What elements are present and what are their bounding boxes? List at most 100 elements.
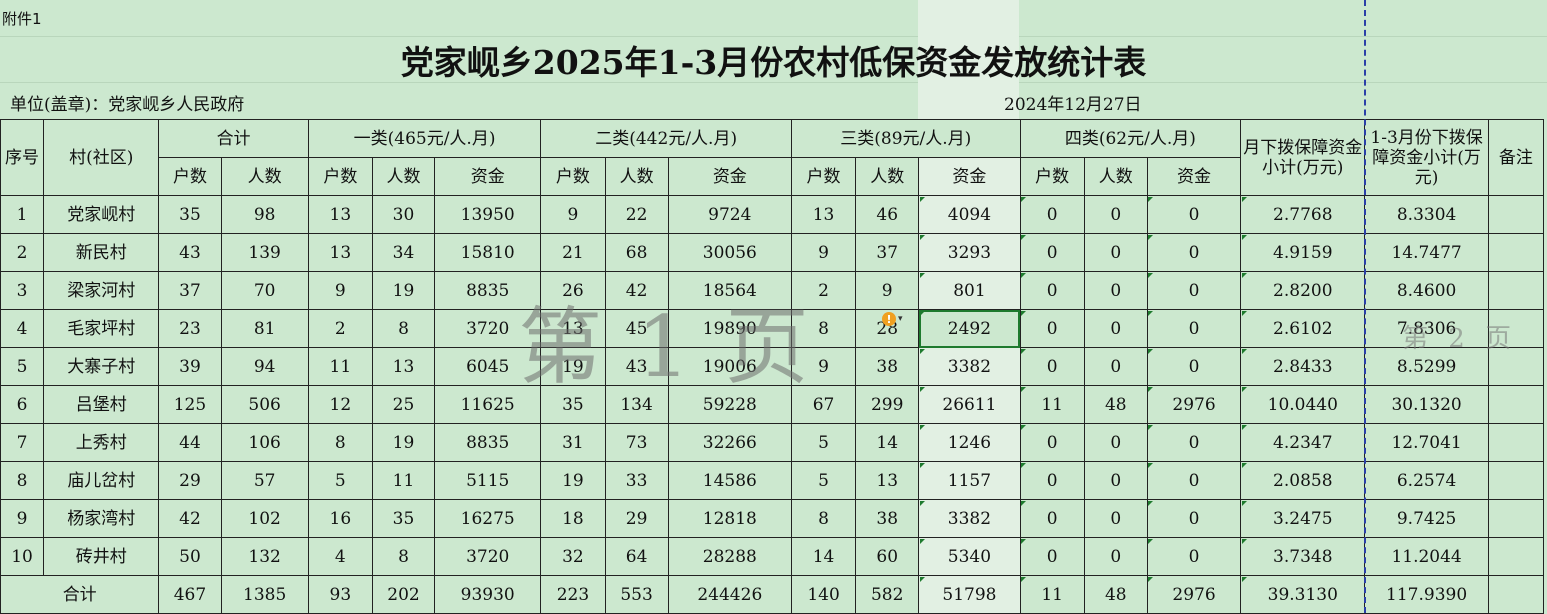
cell-c2-h[interactable]: 35	[540, 385, 606, 424]
header-persons[interactable]: 人数	[1083, 157, 1148, 196]
cell-c2-p[interactable]: 22	[604, 195, 669, 234]
cell-c4-p[interactable]: 0	[1083, 309, 1148, 348]
cell-seq[interactable]: 8	[0, 461, 45, 500]
cell-quarter[interactable]: 8.3304	[1364, 195, 1489, 234]
cell-quarter[interactable]: 7.8306	[1364, 309, 1489, 348]
cell-c3-f[interactable]: 4094	[918, 195, 1021, 234]
cell-village[interactable]: 毛家坪村	[43, 309, 160, 348]
cell-c4-f[interactable]: 2976	[1146, 385, 1242, 424]
cell-c2-f[interactable]: 12818	[667, 499, 792, 538]
header-village[interactable]: 村(社区)	[43, 119, 160, 196]
cell-c2-f[interactable]: 28288	[667, 537, 792, 576]
header-total-group[interactable]: 合计	[158, 119, 309, 158]
cell-c4-h[interactable]: 0	[1019, 423, 1085, 462]
cell-seq[interactable]: 4	[0, 309, 45, 348]
cell-t-p[interactable]: 94	[220, 347, 309, 386]
cell-c4-h[interactable]: 0	[1019, 499, 1085, 538]
header-funds[interactable]: 资金	[434, 157, 542, 196]
cell-c4-f[interactable]: 0	[1146, 461, 1242, 500]
cell-c3-f[interactable]: 3382	[918, 499, 1021, 538]
cell-c4-f[interactable]: 0	[1146, 195, 1242, 234]
cell-quarter[interactable]: 6.2574	[1364, 461, 1489, 500]
total-cell-monthly[interactable]: 39.3130	[1240, 575, 1366, 614]
cell-monthly[interactable]: 3.7348	[1240, 537, 1366, 576]
cell-c3-h[interactable]: 8	[790, 499, 857, 538]
cell-c1-h[interactable]: 13	[307, 233, 373, 272]
cell-seq[interactable]: 9	[0, 499, 45, 538]
cell-c4-p[interactable]: 48	[1083, 385, 1148, 424]
cell-t-h[interactable]: 42	[158, 499, 222, 538]
cell-c3-f[interactable]: 3293	[918, 233, 1021, 272]
cell-c1-h[interactable]: 11	[307, 347, 373, 386]
total-cell-c2-h[interactable]: 223	[540, 575, 606, 614]
cell-remark[interactable]	[1487, 195, 1545, 234]
cell-c1-f[interactable]: 3720	[434, 309, 542, 348]
cell-c2-p[interactable]: 73	[604, 423, 669, 462]
cell-t-p[interactable]: 81	[220, 309, 309, 348]
cell-c4-p[interactable]: 0	[1083, 461, 1148, 500]
cell-c3-h[interactable]: 67	[790, 385, 857, 424]
cell-seq[interactable]: 6	[0, 385, 45, 424]
cell-c1-f[interactable]: 6045	[434, 347, 542, 386]
cell-monthly[interactable]: 2.8433	[1240, 347, 1366, 386]
cell-c4-f[interactable]: 0	[1146, 309, 1242, 348]
cell-remark[interactable]	[1487, 461, 1545, 500]
cell-t-h[interactable]: 43	[158, 233, 222, 272]
total-cell-c3-f[interactable]: 51798	[918, 575, 1021, 614]
cell-c2-p[interactable]: 29	[604, 499, 669, 538]
cell-monthly[interactable]: 3.2475	[1240, 499, 1366, 538]
cell-monthly[interactable]: 10.0440	[1240, 385, 1366, 424]
cell-c2-f[interactable]: 32266	[667, 423, 792, 462]
cell-t-p[interactable]: 506	[220, 385, 309, 424]
cell-village[interactable]: 砖井村	[43, 537, 160, 576]
cell-remark[interactable]	[1487, 499, 1545, 538]
header-quarter-subtotal[interactable]: 1-3月份下拨保障资金小计(万元)	[1364, 119, 1489, 196]
cell-t-p[interactable]: 102	[220, 499, 309, 538]
cell-remark[interactable]	[1487, 233, 1545, 272]
cell-c1-p[interactable]: 34	[371, 233, 436, 272]
total-cell-remark[interactable]	[1487, 575, 1545, 614]
report-date[interactable]: 2024年12月27日	[1004, 90, 1142, 115]
cell-c3-f[interactable]: 5340	[918, 537, 1021, 576]
cell-c3-p[interactable]: 38	[855, 499, 920, 538]
header-persons[interactable]: 人数	[604, 157, 669, 196]
cell-c2-f[interactable]: 19890	[667, 309, 792, 348]
cell-village[interactable]: 新民村	[43, 233, 160, 272]
cell-c1-h[interactable]: 5	[307, 461, 373, 500]
cell-village[interactable]: 梁家河村	[43, 271, 160, 310]
cell-village[interactable]: 庙儿岔村	[43, 461, 160, 500]
header-funds[interactable]: 资金	[667, 157, 792, 196]
cell-quarter[interactable]: 11.2044	[1364, 537, 1489, 576]
header-households[interactable]: 户数	[307, 157, 373, 196]
cell-c4-h[interactable]: 11	[1019, 385, 1085, 424]
cell-t-h[interactable]: 39	[158, 347, 222, 386]
totals-label[interactable]: 合计	[0, 575, 160, 614]
cell-monthly[interactable]: 2.0858	[1240, 461, 1366, 500]
cell-c2-f[interactable]: 59228	[667, 385, 792, 424]
cell-c2-h[interactable]: 9	[540, 195, 606, 234]
cell-c2-h[interactable]: 31	[540, 423, 606, 462]
header-class4[interactable]: 四类(62元/人.月)	[1019, 119, 1242, 158]
cell-c4-p[interactable]: 0	[1083, 499, 1148, 538]
cell-village[interactable]: 上秀村	[43, 423, 160, 462]
cell-remark[interactable]	[1487, 537, 1545, 576]
cell-c3-h[interactable]: 2	[790, 271, 857, 310]
cell-c2-f[interactable]: 9724	[667, 195, 792, 234]
cell-seq[interactable]: 7	[0, 423, 45, 462]
cell-c1-h[interactable]: 16	[307, 499, 373, 538]
cell-c3-f[interactable]: 26611	[918, 385, 1021, 424]
cell-t-h[interactable]: 29	[158, 461, 222, 500]
cell-quarter[interactable]: 9.7425	[1364, 499, 1489, 538]
cell-c2-p[interactable]: 134	[604, 385, 669, 424]
total-cell-c2-f[interactable]: 244426	[667, 575, 792, 614]
cell-quarter[interactable]: 14.7477	[1364, 233, 1489, 272]
cell-t-p[interactable]: 139	[220, 233, 309, 272]
cell-c4-f[interactable]: 0	[1146, 423, 1242, 462]
cell-c4-h[interactable]: 0	[1019, 537, 1085, 576]
cell-remark[interactable]	[1487, 385, 1545, 424]
cell-c2-p[interactable]: 64	[604, 537, 669, 576]
cell-c1-h[interactable]: 8	[307, 423, 373, 462]
cell-c1-f[interactable]: 16275	[434, 499, 542, 538]
header-households[interactable]: 户数	[790, 157, 857, 196]
total-cell-c4-f[interactable]: 2976	[1146, 575, 1242, 614]
